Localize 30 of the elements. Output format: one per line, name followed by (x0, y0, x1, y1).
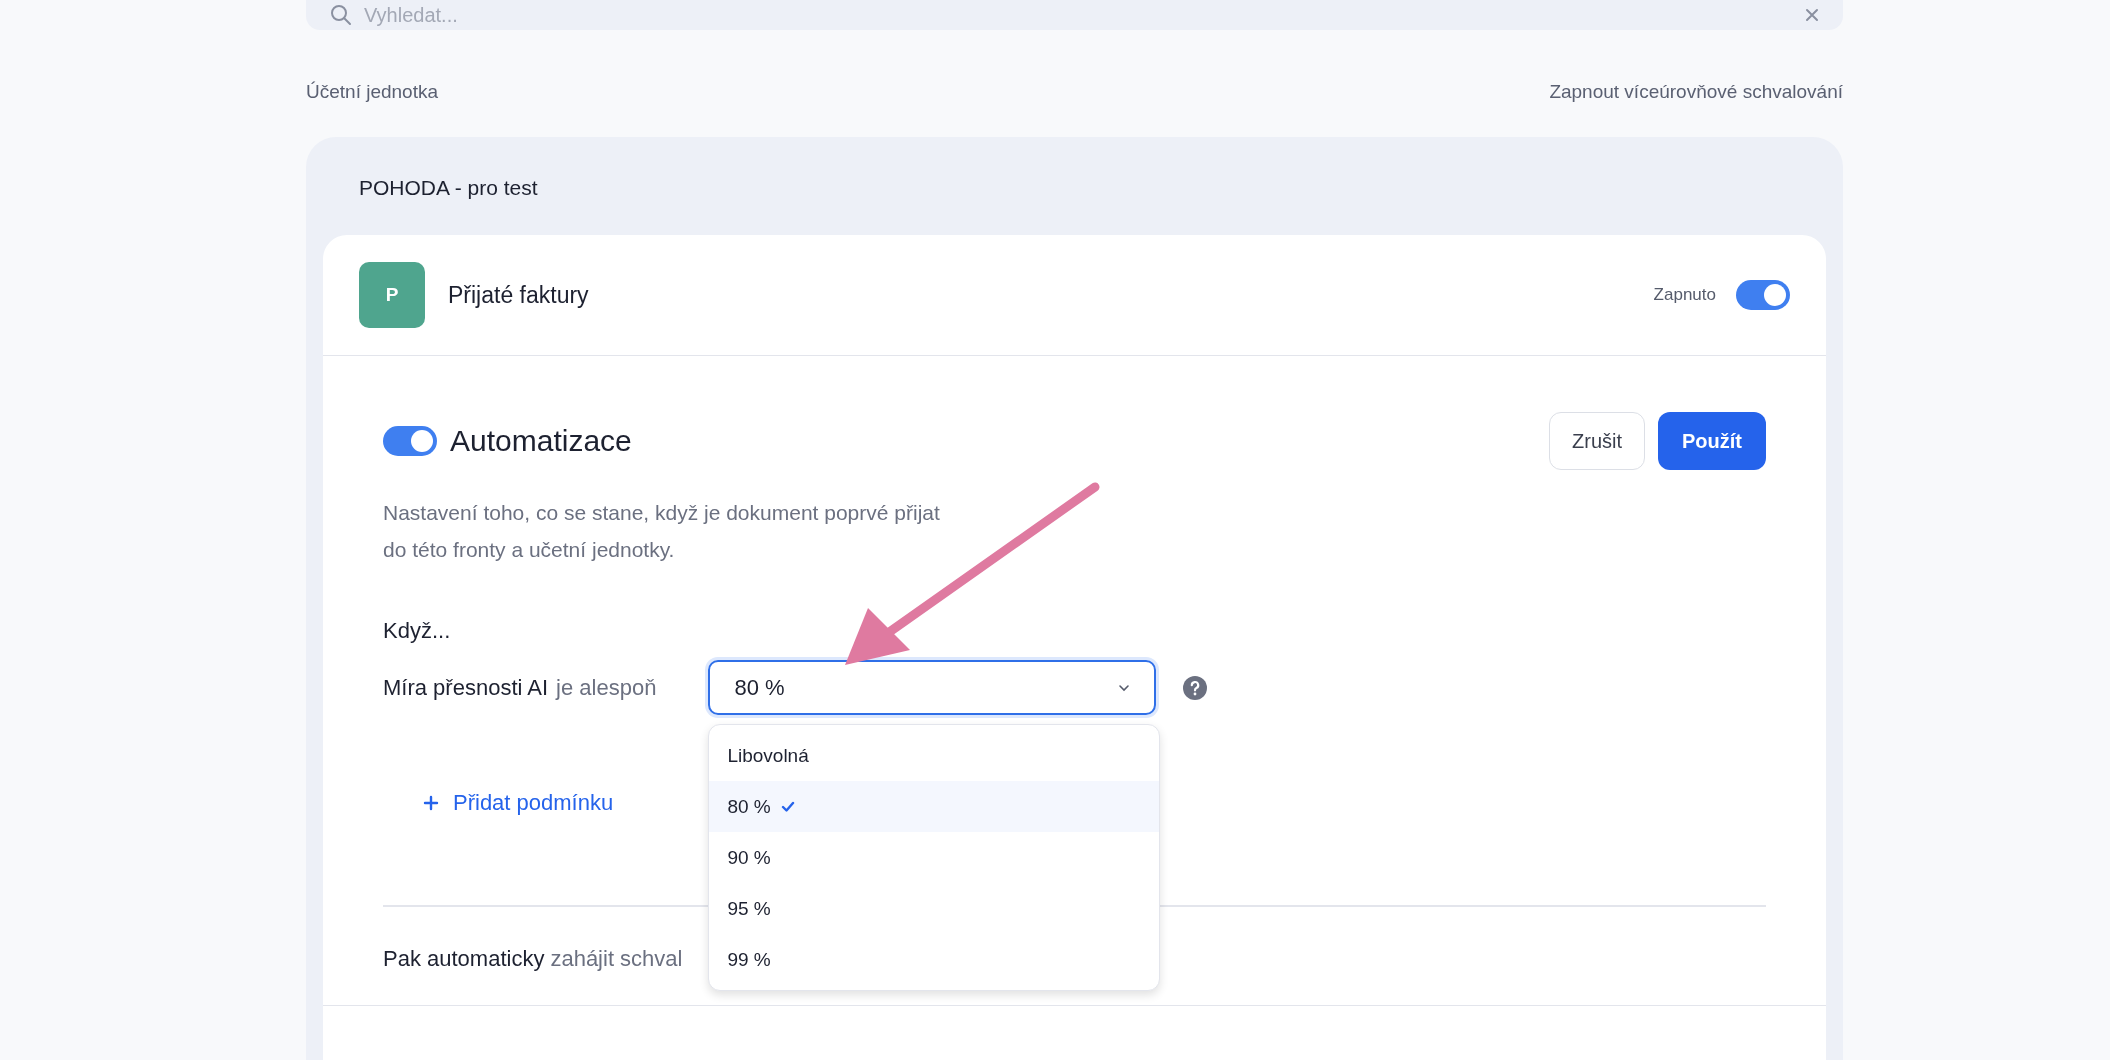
dropdown-option[interactable]: 99 % (709, 934, 1160, 985)
then-label: Pak automaticky (383, 945, 545, 971)
multilevel-approval-link[interactable]: Zapnout víceúrovňové schvalování (1549, 76, 1843, 108)
dropdown-option[interactable]: 95 % (709, 883, 1160, 934)
section-label: Účetní jednotka (306, 80, 439, 104)
add-condition-link[interactable]: Přidat podmínku (423, 785, 614, 821)
condition-field: Míra přesnosti AI (383, 674, 549, 701)
automation-title: Automatizace (450, 424, 633, 458)
automation-toggle[interactable] (383, 426, 437, 456)
condition-operator: je alespoň (556, 674, 657, 701)
unit-name: POHODA - pro test (358, 175, 539, 201)
dropdown-option[interactable]: Libovolná (709, 730, 1160, 781)
close-icon[interactable] (1805, 8, 1819, 22)
search-field[interactable]: Vyhledat... (306, 0, 1843, 30)
queue-toggle[interactable] (1736, 280, 1790, 310)
dropdown-option[interactable]: 80 % (709, 781, 1160, 832)
plus-icon (423, 795, 439, 811)
help-icon[interactable] (1182, 674, 1209, 701)
queue-avatar: P (359, 262, 425, 328)
accuracy-select[interactable]: 80 % (708, 660, 1157, 715)
dropdown-option[interactable]: 90 % (709, 832, 1160, 883)
automation-description: Nastavení toho, co se stane, když je dokument poprvé přijat do této fronty a učetní jednotky. (383, 500, 941, 563)
chevron-down-icon (1118, 683, 1131, 692)
cancel-button[interactable]: Zrušit (1549, 412, 1645, 470)
apply-button[interactable]: Použít (1658, 412, 1766, 470)
status-label: Zapnuto (1653, 285, 1716, 305)
when-label: Když... (383, 617, 452, 645)
then-action: zahájit schval (550, 945, 683, 971)
check-icon (780, 801, 795, 812)
queue-title: Přijaté faktury (448, 281, 590, 309)
